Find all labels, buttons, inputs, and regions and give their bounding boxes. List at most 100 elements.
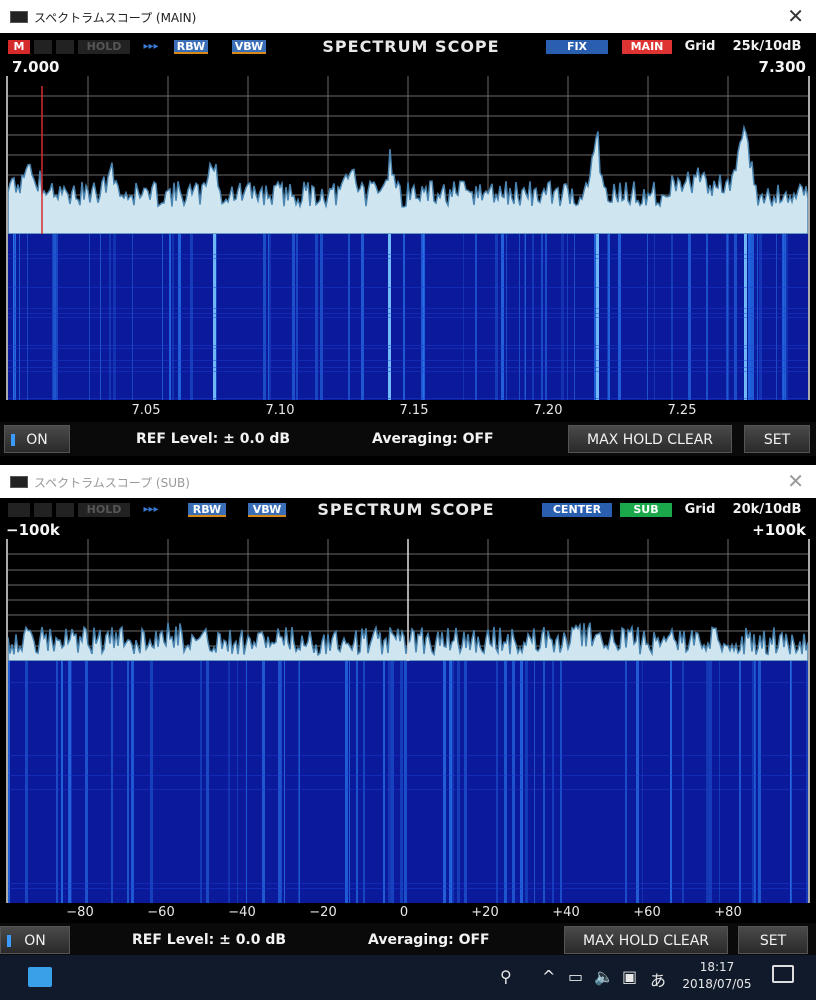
ref-level-text[interactable]: REF Level: ± 0.0 dB	[132, 932, 286, 948]
people-icon[interactable]: ⚲	[500, 967, 512, 986]
taskbar: ⚲ ^ ▭ 🔈 ▣ あ 18:17 2018/07/05	[0, 955, 816, 1000]
waterfall-streak	[534, 661, 535, 903]
spectrum-plot[interactable]	[6, 539, 810, 903]
on-button[interactable]: ON	[4, 425, 70, 453]
waterfall-streak	[345, 661, 348, 903]
waterfall-streak	[790, 661, 792, 903]
dim-indicator	[8, 503, 30, 517]
tick-label: +20	[471, 905, 499, 920]
main-scope-window: スペクトラムスコープ (MAIN) ✕ M HOLD ▸▸▸ RBW VBW S…	[0, 0, 816, 465]
waterfall-streak	[284, 661, 285, 903]
waterfall-streak	[150, 661, 153, 903]
tick-label: 0	[399, 905, 409, 920]
dim-indicator	[34, 503, 52, 517]
clock[interactable]: 18:17 2018/07/05	[682, 959, 752, 993]
waterfall-streak	[298, 661, 300, 903]
on-button[interactable]: ON	[0, 926, 70, 954]
waterfall-streak	[356, 661, 358, 903]
edge-right-frequency: +100k	[752, 521, 806, 539]
dim-indicator	[56, 503, 74, 517]
speed-arrows: ▸▸▸	[143, 41, 159, 52]
waterfall-streak	[512, 661, 515, 903]
waterfall-band	[8, 345, 808, 346]
ime-indicator[interactable]: あ	[650, 967, 666, 991]
waterfall-streak	[758, 661, 761, 903]
waterfall-streak	[504, 661, 507, 903]
vbw-indicator: VBW	[248, 503, 286, 517]
waterfall-band	[8, 313, 808, 314]
waterfall-streak	[237, 661, 238, 903]
hold-indicator: HOLD	[78, 40, 130, 54]
tick-label: −80	[66, 905, 94, 920]
waterfall-streak	[739, 661, 741, 903]
waterfall-streak	[127, 661, 129, 903]
waterfall-streak	[543, 661, 545, 903]
span-mode: FIX	[546, 40, 608, 54]
hold-indicator: HOLD	[78, 503, 130, 517]
waterfall-streak	[85, 661, 88, 903]
close-icon[interactable]: ✕	[787, 4, 804, 28]
title-bar[interactable]: スペクトラムスコープ (MAIN) ✕	[0, 0, 816, 33]
speed-arrows: ▸▸▸	[143, 504, 159, 515]
app-taskbar-icon[interactable]	[28, 967, 52, 987]
waterfall-band	[8, 287, 808, 288]
waterfall-band	[8, 775, 808, 776]
battery-icon[interactable]: ▭	[568, 967, 583, 986]
chevron-up-icon[interactable]: ^	[542, 967, 555, 986]
memory-badge: M	[8, 40, 30, 54]
window-title: スペクトラムスコープ (SUB)	[34, 476, 190, 490]
max-hold-clear-button[interactable]: MAX HOLD CLEAR	[568, 425, 732, 453]
ref-level-text[interactable]: REF Level: ± 0.0 dB	[136, 431, 290, 447]
waterfall-streak	[278, 661, 281, 903]
span-mode: CENTER	[542, 503, 612, 517]
sub-scope-window: スペクトラムスコープ (SUB) ✕ HOLD ▸▸▸ RBW VBW SPEC…	[0, 465, 816, 957]
waterfall-streak	[457, 661, 460, 903]
scope-title: SPECTRUM SCOPE	[322, 37, 500, 56]
waterfall-band	[8, 254, 808, 255]
on-led-icon	[7, 935, 11, 947]
waterfall-streak	[719, 661, 720, 903]
spectrum-plot[interactable]	[6, 76, 810, 400]
tick-label: −20	[309, 905, 337, 920]
waterfall-band	[8, 755, 808, 756]
waterfall-streak	[752, 661, 755, 903]
rbw-indicator: RBW	[188, 503, 226, 517]
edge-right-frequency: 7.300	[758, 58, 806, 76]
network-icon[interactable]: ▣	[622, 967, 637, 986]
tick-label: 7.05	[131, 403, 161, 418]
waterfall-band	[8, 888, 808, 889]
tick-label: −40	[228, 905, 256, 920]
spectrum-waterfall[interactable]	[8, 76, 808, 400]
waterfall-band	[8, 789, 808, 790]
waterfall-streak	[642, 661, 643, 903]
scope-header: M HOLD ▸▸▸ RBW VBW SPECTRUM SCOPE FIX MA…	[6, 37, 810, 57]
clock-date: 2018/07/05	[682, 977, 752, 991]
averaging-text[interactable]: Averaging: OFF	[372, 431, 494, 447]
control-bar: ON REF Level: ± 0.0 dB Averaging: OFF MA…	[0, 923, 816, 957]
spectrum-waterfall[interactable]	[8, 539, 808, 903]
waterfall-streak	[636, 661, 639, 903]
app-icon	[10, 11, 28, 23]
max-hold-clear-button[interactable]: MAX HOLD CLEAR	[564, 926, 728, 954]
waterfall-streak	[61, 661, 63, 903]
receiver-badge: SUB	[620, 503, 672, 517]
volume-icon[interactable]: 🔈	[594, 967, 614, 986]
close-icon[interactable]: ✕	[787, 469, 804, 493]
waterfall-band	[8, 258, 808, 259]
rbw-indicator: RBW	[174, 40, 208, 54]
waterfall-streak	[404, 661, 407, 903]
set-button[interactable]: SET	[744, 425, 810, 453]
tick-label: +40	[552, 905, 580, 920]
waterfall-band	[8, 398, 808, 399]
edge-labels: −100k +100k	[6, 520, 810, 540]
waterfall-streak	[709, 661, 712, 903]
waterfall-streak	[281, 661, 282, 903]
waterfall-streak	[449, 661, 452, 903]
waterfall-streak	[520, 661, 523, 903]
set-button[interactable]: SET	[738, 926, 808, 954]
averaging-text[interactable]: Averaging: OFF	[368, 932, 490, 948]
scope-header: HOLD ▸▸▸ RBW VBW SPECTRUM SCOPE CENTER S…	[6, 500, 810, 520]
title-bar[interactable]: スペクトラムスコープ (SUB) ✕	[0, 465, 816, 498]
waterfall-streak	[363, 661, 365, 903]
notification-icon[interactable]	[772, 965, 794, 983]
